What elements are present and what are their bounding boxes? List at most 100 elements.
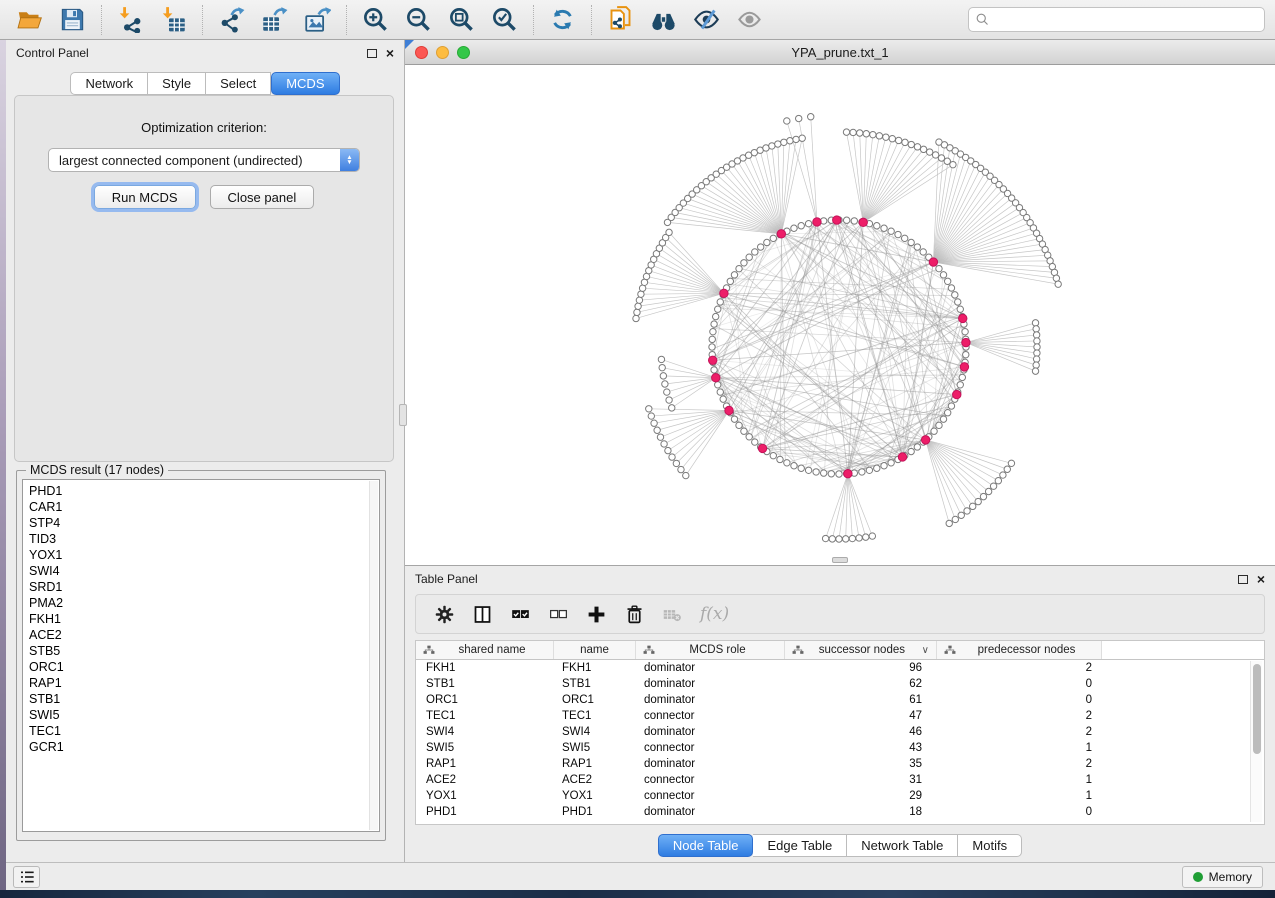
network-node[interactable]: [709, 336, 715, 342]
network-node[interactable]: [964, 508, 970, 514]
network-node[interactable]: [736, 422, 742, 428]
maximize-window-icon[interactable]: [457, 46, 470, 59]
tab-node-table[interactable]: Node Table: [658, 834, 754, 857]
clone-network-button[interactable]: [599, 3, 642, 37]
network-node[interactable]: [654, 427, 660, 433]
mcds-hub-node[interactable]: [962, 338, 970, 346]
network-node[interactable]: [752, 439, 758, 445]
network-node[interactable]: [829, 536, 835, 542]
zoom-selected-button[interactable]: [483, 3, 526, 37]
network-node[interactable]: [874, 223, 880, 229]
network-node[interactable]: [881, 463, 887, 469]
export-network-button[interactable]: [210, 3, 253, 37]
network-node[interactable]: [920, 249, 926, 255]
network-node[interactable]: [914, 144, 920, 150]
network-node[interactable]: [948, 403, 954, 409]
network-node[interactable]: [777, 456, 783, 462]
network-node[interactable]: [957, 306, 963, 312]
network-node[interactable]: [664, 389, 670, 395]
network-node[interactable]: [666, 397, 672, 403]
network-node[interactable]: [959, 374, 965, 380]
table-row[interactable]: ACE2ACE2connector311: [416, 772, 1264, 788]
network-node[interactable]: [746, 254, 752, 260]
network-node[interactable]: [736, 265, 742, 271]
optimization-criterion-select[interactable]: largest connected component (undirected)…: [48, 148, 360, 172]
panel-splitter-handle[interactable]: [399, 404, 407, 426]
network-node[interactable]: [659, 364, 665, 370]
network-node[interactable]: [883, 134, 889, 140]
network-node[interactable]: [1033, 326, 1039, 332]
network-node[interactable]: [784, 460, 790, 466]
network-node[interactable]: [931, 428, 937, 434]
network-node[interactable]: [796, 115, 802, 121]
close-table-panel-icon[interactable]: ×: [1257, 574, 1265, 584]
network-node[interactable]: [731, 272, 737, 278]
network-node[interactable]: [926, 149, 932, 155]
network-node[interactable]: [669, 454, 675, 460]
network-node[interactable]: [1034, 350, 1040, 356]
network-node[interactable]: [764, 239, 770, 245]
show-columns-button[interactable]: [472, 604, 493, 625]
network-node[interactable]: [658, 356, 664, 362]
network-node[interactable]: [889, 136, 895, 142]
network-node[interactable]: [1032, 320, 1038, 326]
network-node[interactable]: [859, 469, 865, 475]
close-window-icon[interactable]: [415, 46, 428, 59]
network-node[interactable]: [944, 410, 950, 416]
network-node[interactable]: [940, 416, 946, 422]
network-node[interactable]: [851, 218, 857, 224]
mcds-hub-node[interactable]: [758, 444, 766, 452]
network-node[interactable]: [936, 265, 942, 271]
mcds-result-item[interactable]: CAR1: [29, 499, 379, 515]
network-node[interactable]: [798, 223, 804, 229]
network-node[interactable]: [717, 299, 723, 305]
network-node[interactable]: [1008, 460, 1014, 466]
table-settings-button[interactable]: [434, 604, 455, 625]
network-node[interactable]: [874, 465, 880, 471]
network-node[interactable]: [1055, 281, 1061, 287]
network-node[interactable]: [936, 422, 942, 428]
mcds-hub-node[interactable]: [898, 453, 906, 461]
network-node[interactable]: [957, 382, 963, 388]
network-node[interactable]: [1033, 332, 1039, 338]
network-node[interactable]: [856, 535, 862, 541]
network-node[interactable]: [908, 448, 914, 454]
tab-mcds[interactable]: MCDS: [271, 72, 339, 95]
network-node[interactable]: [863, 534, 869, 540]
float-table-panel-icon[interactable]: [1238, 575, 1248, 584]
mcds-hub-node[interactable]: [859, 218, 867, 226]
mcds-result-item[interactable]: TEC1: [29, 723, 379, 739]
network-node[interactable]: [635, 303, 641, 309]
network-node[interactable]: [1000, 472, 1006, 478]
mcds-result-item[interactable]: FKH1: [29, 611, 379, 627]
network-node[interactable]: [895, 137, 901, 143]
network-node[interactable]: [866, 467, 872, 473]
network-node[interactable]: [881, 225, 887, 231]
network-node[interactable]: [651, 420, 657, 426]
mcds-hub-node[interactable]: [777, 230, 785, 238]
zoom-out-button[interactable]: [397, 3, 440, 37]
network-node[interactable]: [952, 292, 958, 298]
mcds-result-item[interactable]: SWI4: [29, 563, 379, 579]
network-node[interactable]: [990, 483, 996, 489]
network-node[interactable]: [902, 235, 908, 241]
network-node[interactable]: [793, 136, 799, 142]
network-node[interactable]: [849, 535, 855, 541]
mcds-result-item[interactable]: RAP1: [29, 675, 379, 691]
network-node[interactable]: [678, 466, 684, 472]
network-node[interactable]: [995, 477, 1001, 483]
table-row[interactable]: RAP1RAP1dominator352: [416, 756, 1264, 772]
mcds-hub-node[interactable]: [813, 218, 821, 226]
mcds-result-list[interactable]: PHD1CAR1STP4TID3YOX1SWI4SRD1PMA2FKH1ACE2…: [22, 479, 380, 832]
mcds-hub-node[interactable]: [844, 469, 852, 477]
network-node[interactable]: [636, 297, 642, 303]
network-node[interactable]: [673, 460, 679, 466]
network-node[interactable]: [876, 133, 882, 139]
tab-motifs[interactable]: Motifs: [958, 834, 1022, 857]
network-node[interactable]: [932, 152, 938, 158]
network-node[interactable]: [661, 441, 667, 447]
network-node[interactable]: [888, 460, 894, 466]
mcds-hub-node[interactable]: [712, 374, 720, 382]
network-window-titlebar[interactable]: YPA_prune.txt_1: [405, 40, 1275, 65]
network-node[interactable]: [955, 299, 961, 305]
